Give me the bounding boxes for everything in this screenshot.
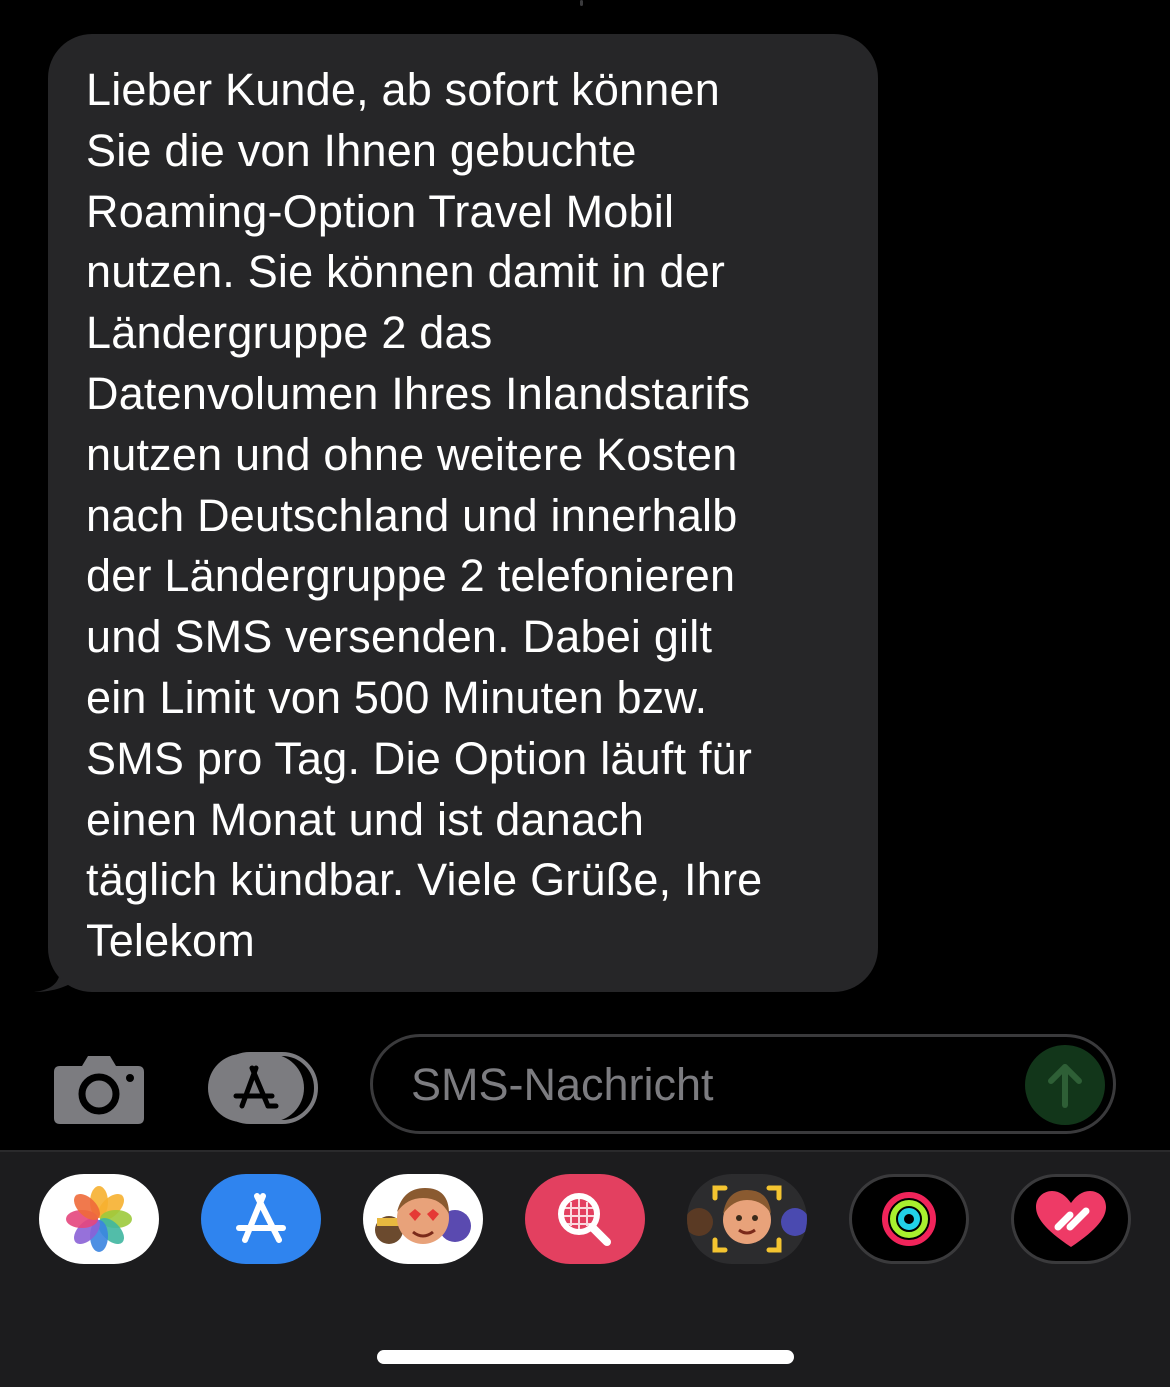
message-text: Lieber Kunde, ab sofort können Sie die v…: [86, 64, 763, 967]
send-button[interactable]: [1025, 1045, 1105, 1125]
memoji-stickers-app-button[interactable]: [363, 1174, 483, 1264]
status-mark: [580, 0, 583, 6]
arrow-up-icon: [1048, 1064, 1082, 1108]
apps-button[interactable]: [206, 1050, 322, 1126]
digital-touch-app-button[interactable]: [1011, 1174, 1131, 1264]
memoji-camera-app-button[interactable]: [687, 1174, 807, 1264]
photos-icon: [66, 1186, 132, 1252]
photos-app-button[interactable]: [39, 1174, 159, 1264]
app-store-icon: [208, 1052, 318, 1124]
sms-placeholder: SMS-Nachricht: [411, 1059, 714, 1110]
digital-touch-icon: [1036, 1191, 1106, 1247]
composer-bar: SMS-Nachricht: [0, 1030, 1170, 1146]
home-indicator[interactable]: [377, 1350, 794, 1364]
sms-input-field[interactable]: SMS-Nachricht: [370, 1034, 1116, 1134]
app-store-icon: [236, 1193, 286, 1243]
messages-screen: Lieber Kunde, ab sofort können Sie die v…: [0, 0, 1170, 1387]
memoji-stickers-icon: [375, 1188, 471, 1244]
message-bubble-container: Lieber Kunde, ab sofort können Sie die v…: [0, 34, 880, 994]
images-search-icon: [558, 1193, 611, 1246]
memoji-camera-icon: [687, 1185, 807, 1253]
activity-rings-icon: [882, 1192, 936, 1246]
camera-icon: [54, 1056, 144, 1124]
app-store-app-button[interactable]: [201, 1174, 321, 1264]
images-search-app-button[interactable]: [525, 1174, 645, 1264]
camera-button[interactable]: [52, 1052, 146, 1124]
activity-app-button[interactable]: [849, 1174, 969, 1264]
